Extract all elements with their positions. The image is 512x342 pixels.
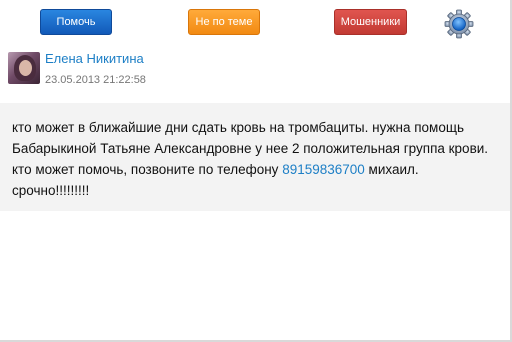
- avatar[interactable]: [8, 52, 40, 84]
- author-name[interactable]: Елена Никитина: [45, 51, 144, 66]
- scam-button[interactable]: Мошенники: [334, 9, 407, 35]
- gear-icon[interactable]: [444, 9, 474, 39]
- post-timestamp: 23.05.2013 21:22:58: [45, 74, 146, 86]
- help-button[interactable]: Помочь: [40, 9, 112, 35]
- scam-button-label: Мошенники: [340, 16, 401, 28]
- phone-link[interactable]: 89159836700: [282, 162, 365, 177]
- app-frame: Помочь Не по теме Мошенники Елена Никити…: [0, 0, 512, 342]
- offtopic-button-label: Не по теме: [195, 16, 253, 28]
- message-body: кто может в ближайшие дни сдать кровь на…: [0, 103, 510, 211]
- offtopic-button[interactable]: Не по теме: [188, 9, 260, 35]
- help-button-label: Помочь: [56, 16, 96, 28]
